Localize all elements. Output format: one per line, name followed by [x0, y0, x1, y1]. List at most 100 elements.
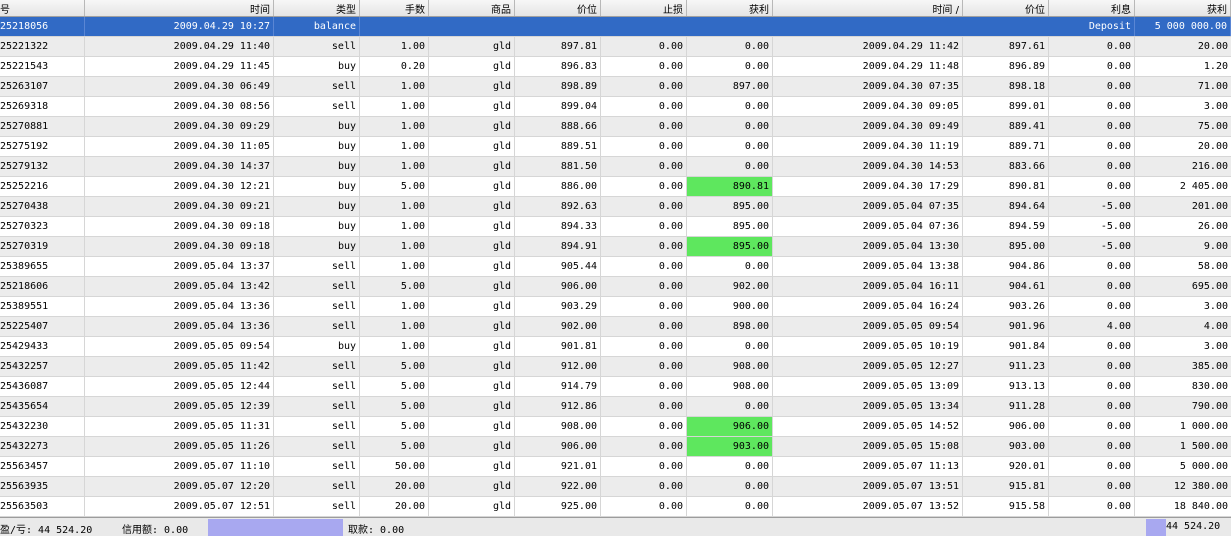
col-header-order[interactable]: 号 — [0, 0, 85, 16]
open-price: 901.81 — [515, 337, 601, 356]
stop-loss: 0.00 — [601, 337, 687, 356]
lots: 5.00 — [360, 277, 429, 296]
type: sell — [274, 457, 360, 476]
type: buy — [274, 157, 360, 176]
profit: 3.00 — [1203, 101, 1228, 112]
table-row[interactable]: 25252216 2009.04.30 12:21 buy 5.00 gld 886.00… — [0, 177, 1231, 197]
table-row[interactable]: 25435654 2009.05.05 12:39 sell 5.00 gld 912.8… — [0, 397, 1231, 417]
open-time: 2009.04.30 09:29 — [85, 117, 274, 136]
close-time: 2009.05.07 13:52 — [773, 497, 963, 516]
close-time: 2009.05.04 13:30 — [773, 237, 963, 256]
type: sell — [274, 417, 360, 436]
col-header-close-time[interactable]: 时间 / — [773, 0, 963, 16]
table-row[interactable]: 25218606 2009.05.04 13:42 sell 5.00 gld 906.0… — [0, 277, 1231, 297]
take-profit: 897.00 — [687, 77, 773, 96]
swap: 0.00 — [1049, 417, 1135, 436]
col-header-open-price[interactable]: 价位 — [515, 0, 601, 16]
take-profit: 0.00 — [687, 37, 773, 56]
table-row[interactable]: 25221543 2009.04.29 11:45 buy 0.20 gld 896.83… — [0, 57, 1231, 77]
profit-loss-label: 盈/亏: 44 524.20 — [0, 525, 93, 536]
col-header-type[interactable]: 类型 — [274, 0, 360, 16]
stop-loss: 0.00 — [601, 317, 687, 336]
take-profit: 895.00 — [687, 237, 773, 256]
swap: 0.00 — [1049, 77, 1135, 96]
history-table: 号 时间 类型 手数 商品 价位 止损 获利 时间 / 价位 利息 获利 252… — [0, 0, 1231, 517]
close-time: 2009.04.29 11:42 — [773, 37, 963, 56]
open-price: 912.00 — [515, 357, 601, 376]
table-row[interactable]: 25436087 2009.05.05 12:44 sell 5.00 gld 914.7… — [0, 377, 1231, 397]
symbol: gld — [429, 297, 515, 316]
take-profit: 0.00 — [687, 137, 773, 156]
stop-loss: 0.00 — [601, 137, 687, 156]
order-number: 25252216 — [0, 177, 85, 196]
col-header-swap[interactable]: 利息 — [1049, 0, 1135, 16]
profit: 12 380.00 — [1173, 481, 1228, 492]
table-row[interactable]: 25432257 2009.05.05 11:42 sell 5.00 gld 912.0… — [0, 357, 1231, 377]
close-price: 901.84 — [963, 337, 1049, 356]
close-time: 2009.05.05 09:54 — [773, 317, 963, 336]
lots: 1.00 — [360, 257, 429, 276]
col-header-close-price[interactable]: 价位 — [963, 0, 1049, 16]
table-row[interactable]: 25275192 2009.04.30 11:05 buy 1.00 gld 889.51… — [0, 137, 1231, 157]
col-header-open-time[interactable]: 时间 — [85, 0, 274, 16]
lots: 1.00 — [360, 37, 429, 56]
open-price: 888.66 — [515, 117, 601, 136]
table-row[interactable]: 25270323 2009.04.30 09:18 buy 1.00 gld 894.33… — [0, 217, 1231, 237]
table-row[interactable]: 25429433 2009.05.05 09:54 buy 1.00 gld 901.81… — [0, 337, 1231, 357]
stop-loss: 0.00 — [601, 117, 687, 136]
table-row[interactable]: 25563503 2009.05.07 12:51 sell 20.00 gld 925.… — [0, 497, 1231, 517]
table-row[interactable]: 25389551 2009.05.04 13:36 sell 1.00 gld 903.2… — [0, 297, 1231, 317]
table-row[interactable]: 25263107 2009.04.30 06:49 sell 1.00 gld 898.8… — [0, 77, 1231, 97]
lots: 5.00 — [360, 437, 429, 456]
take-profit: 0.00 — [687, 457, 773, 476]
table-row[interactable]: 25270438 2009.04.30 09:21 buy 1.00 gld 892.63… — [0, 197, 1231, 217]
table-row[interactable]: 25270881 2009.04.30 09:29 buy 1.00 gld 888.66… — [0, 117, 1231, 137]
table-row[interactable]: 25432230 2009.05.05 11:31 sell 5.00 gld 908.0… — [0, 417, 1231, 437]
lots: 5.00 — [360, 377, 429, 396]
close-time: 2009.05.04 16:24 — [773, 297, 963, 316]
col-header-take-profit[interactable]: 获利 — [687, 0, 773, 16]
close-price: 906.00 — [963, 417, 1049, 436]
table-row[interactable]: 25269318 2009.04.30 08:56 sell 1.00 gld 899.0… — [0, 97, 1231, 117]
table-row[interactable]: 25563935 2009.05.07 12:20 sell 20.00 gld 922.… — [0, 477, 1231, 497]
close-price: 911.28 — [963, 397, 1049, 416]
order-number: 25432273 — [0, 437, 85, 456]
close-price: 899.01 — [963, 97, 1049, 116]
take-profit: 908.00 — [687, 377, 773, 396]
open-time: 2009.05.05 11:31 — [85, 417, 274, 436]
symbol: gld — [429, 177, 515, 196]
open-time: 2009.04.30 11:05 — [85, 137, 274, 156]
close-price: 915.58 — [963, 497, 1049, 516]
type: buy — [274, 137, 360, 156]
table-row[interactable]: 25389655 2009.05.04 13:37 sell 1.00 gld 905.4… — [0, 257, 1231, 277]
close-time: 2009.05.05 12:27 — [773, 357, 963, 376]
table-row[interactable]: 25221322 2009.04.29 11:40 sell 1.00 gld 897.8… — [0, 37, 1231, 57]
table-row[interactable]: 25432273 2009.05.05 11:26 sell 5.00 gld 906.0… — [0, 437, 1231, 457]
open-price: 896.83 — [515, 57, 601, 76]
lots: 20.00 — [360, 477, 429, 496]
take-profit: 903.00 — [687, 437, 773, 456]
open-price: 886.00 — [515, 177, 601, 196]
symbol: gld — [429, 217, 515, 236]
table-row[interactable]: 25270319 2009.04.30 09:18 buy 1.00 gld 894.91… — [0, 237, 1231, 257]
take-profit: 0.00 — [687, 337, 773, 356]
stop-loss: 0.00 — [601, 177, 687, 196]
col-header-lots[interactable]: 手数 — [360, 0, 429, 16]
table-row[interactable]: 25279132 2009.04.30 14:37 buy 1.00 gld 881.50… — [0, 157, 1231, 177]
credit-label: 信用额: 0.00 — [122, 525, 189, 536]
col-header-stop-loss[interactable]: 止损 — [601, 0, 687, 16]
table-row[interactable]: 25225407 2009.05.04 13:36 sell 1.00 gld 902.0… — [0, 317, 1231, 337]
take-profit: 0.00 — [687, 157, 773, 176]
symbol: gld — [429, 57, 515, 76]
col-header-profit[interactable]: 获利 — [1135, 0, 1231, 16]
open-time: 2009.04.30 12:21 — [85, 177, 274, 196]
profit: 26.00 — [1197, 221, 1228, 232]
close-price: 915.81 — [963, 477, 1049, 496]
table-row[interactable]: 25563457 2009.05.07 11:10 sell 50.00 gld 921.… — [0, 457, 1231, 477]
close-price: 904.86 — [963, 257, 1049, 276]
col-header-symbol[interactable]: 商品 — [429, 0, 515, 16]
stop-loss: 0.00 — [601, 297, 687, 316]
type: buy — [274, 197, 360, 216]
swap: 0.00 — [1049, 57, 1135, 76]
balance-row[interactable]: 25218056 2009.04.29 10:27 balance Deposi… — [0, 17, 1231, 37]
